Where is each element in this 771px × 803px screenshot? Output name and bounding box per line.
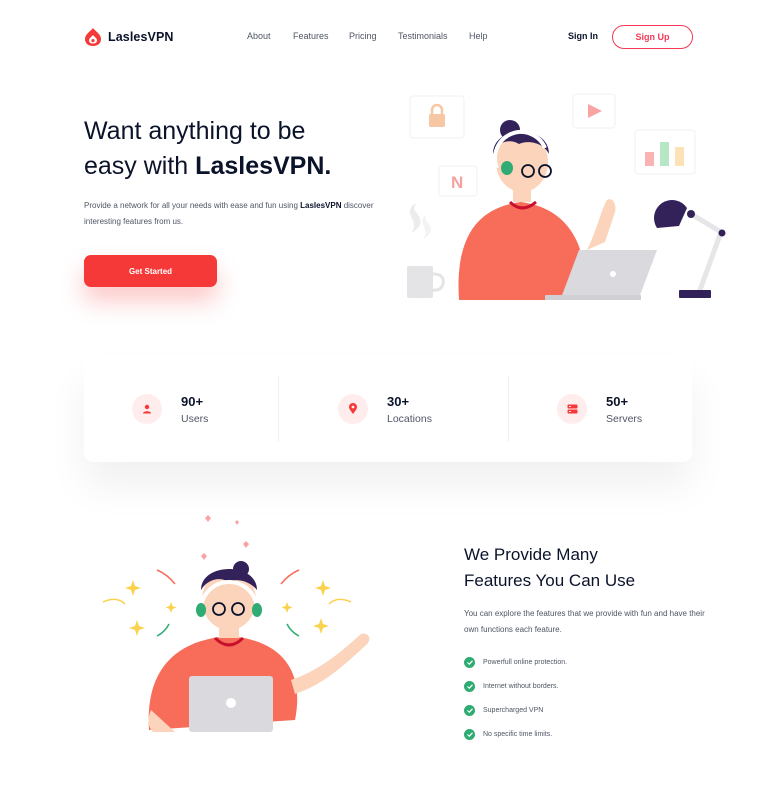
hero-desc-text-1: Provide a network for all your needs wit… (84, 201, 301, 210)
nav-link-about[interactable]: About (247, 31, 271, 41)
stat-locations: 30+ Locations (338, 356, 432, 462)
top-navbar: LaslesVPN About Features Pricing Testimo… (0, 0, 771, 75)
feature-text: Internet without borders. (483, 682, 559, 690)
stat-divider (508, 376, 509, 442)
check-icon (464, 728, 475, 740)
stat-value: 30+ (387, 393, 410, 409)
brand-logo[interactable]: LaslesVPN (83, 27, 174, 47)
features-description: You can explore the features that we pro… (464, 609, 705, 634)
hero-illustration: N (407, 93, 726, 300)
get-started-button[interactable]: Get Started (84, 255, 217, 287)
features-title-line1: We Provide Many (464, 545, 598, 564)
sign-up-button[interactable]: Sign Up (612, 25, 693, 49)
feature-text: Powerfull online protection. (483, 658, 568, 666)
play-card-icon (572, 93, 616, 129)
server-icon (557, 394, 587, 424)
coffee-mug-icon (407, 203, 445, 298)
check-icon (464, 680, 475, 692)
stats-panel: 90+ Users 30+ Locations 50+ Servers (84, 356, 692, 462)
stat-servers: 50+ Servers (557, 356, 642, 462)
netflix-card-icon: N (438, 165, 478, 197)
stat-users: 90+ Users (132, 356, 208, 462)
hero-desc-brand: LaslesVPN (300, 201, 342, 210)
hero-title-line1: Want anything to be (84, 117, 306, 145)
check-icon (464, 656, 475, 668)
feature-text: No specific time limits. (483, 730, 553, 738)
nav-link-help[interactable]: Help (469, 31, 488, 41)
hero-title-line2-prefix: easy with (84, 152, 196, 180)
brand-name: LaslesVPN (108, 30, 174, 44)
stat-servers-text: 50+ Servers (606, 394, 642, 425)
hero-title: Want anything to be easy with LaslesVPN. (84, 114, 404, 184)
nav-link-features[interactable]: Features (293, 31, 329, 41)
stat-divider (278, 376, 279, 442)
list-item: No specific time limits. (464, 722, 567, 746)
logo-icon (85, 28, 101, 46)
stat-label: Locations (387, 412, 432, 425)
stat-locations-text: 30+ Locations (387, 394, 432, 425)
stat-label: Servers (606, 412, 643, 425)
stat-label: Users (181, 412, 209, 425)
location-pin-icon (338, 394, 368, 424)
nav-link-pricing[interactable]: Pricing (349, 31, 377, 41)
desk-lamp-icon (653, 199, 726, 298)
hero-title-brand: LaslesVPN. (195, 152, 332, 180)
hero-description: Provide a network for all your needs wit… (84, 198, 384, 230)
sign-in-link[interactable]: Sign In (568, 31, 598, 41)
svg-text:N: N (451, 173, 463, 192)
nav-link-testimonials[interactable]: Testimonials (398, 31, 448, 41)
check-icon (464, 704, 475, 716)
chart-card-icon (634, 129, 696, 175)
features-list: Powerfull online protection. Internet wi… (464, 650, 567, 746)
features-illustration (102, 515, 370, 732)
list-item: Supercharged VPN (464, 698, 567, 722)
list-item: Powerfull online protection. (464, 650, 567, 674)
stat-users-text: 90+ Users (181, 394, 208, 425)
features-title-line2: Features You Can Use (464, 571, 636, 590)
user-icon (132, 394, 162, 424)
list-item: Internet without borders. (464, 674, 567, 698)
lock-card-icon (409, 95, 465, 139)
stat-value: 90+ (181, 393, 204, 409)
feature-text: Supercharged VPN (483, 706, 544, 714)
features-title: We Provide Many Features You Can Use (464, 542, 714, 594)
laptop-illustration (189, 676, 273, 732)
stat-value: 50+ (606, 393, 629, 409)
